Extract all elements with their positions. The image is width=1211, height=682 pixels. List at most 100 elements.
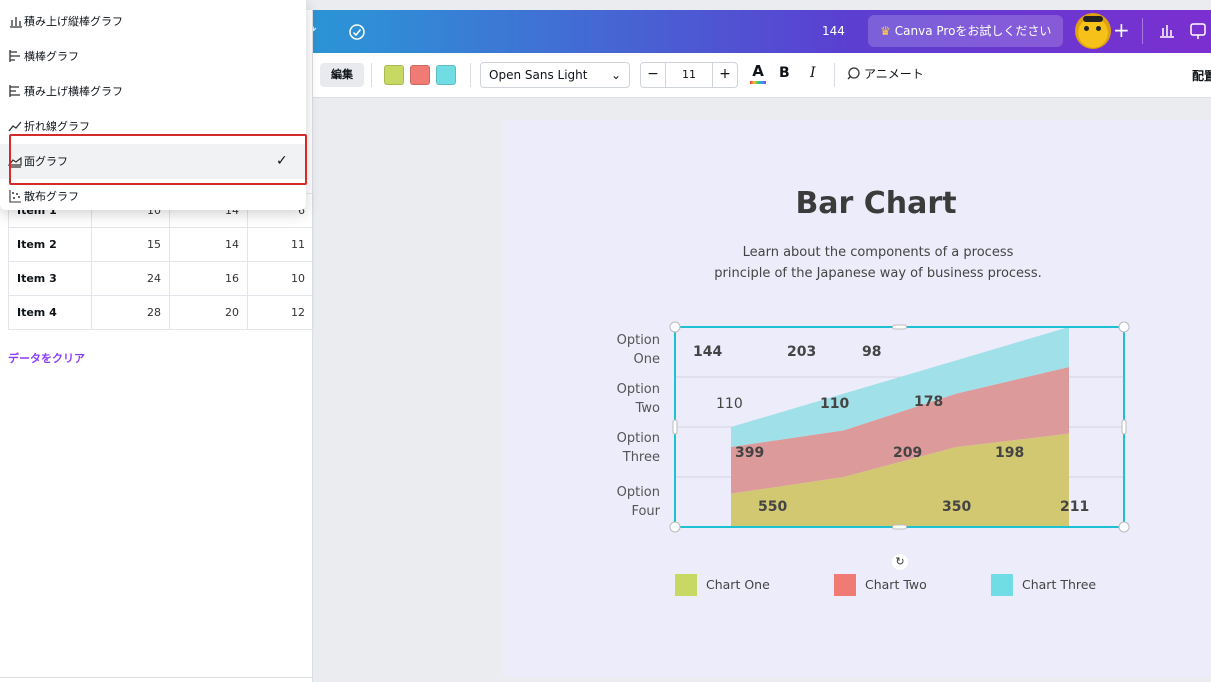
chart-type-label: 横棒グラフ xyxy=(24,50,79,63)
bold-button[interactable]: B xyxy=(779,65,790,81)
y-tick-label: Option xyxy=(617,333,660,348)
horizontal-bar-icon xyxy=(9,50,20,62)
data-label: 211 xyxy=(1060,499,1089,515)
animate-label: アニメート xyxy=(864,67,924,81)
row-label-cell[interactable]: Item 2 xyxy=(8,227,92,262)
y-tick-label: Option xyxy=(617,485,660,500)
data-label: 198 xyxy=(995,445,1024,461)
color-swatch-3[interactable] xyxy=(436,65,456,85)
try-pro-button[interactable]: ♛ Canva Proをお試しください xyxy=(868,15,1064,47)
chart-subtitle[interactable]: Learn about the components of a process … xyxy=(503,242,1211,284)
chart-subtitle-line-1: Learn about the components of a process xyxy=(742,245,1014,260)
chart-type-option[interactable]: 積み上げ横棒グラフ xyxy=(0,74,306,109)
area-chart[interactable]: Option One Option Two Option Three Option Four 1… xyxy=(503,310,1211,540)
data-label: 203 xyxy=(787,344,816,360)
text-color-letter: A xyxy=(752,62,764,80)
font-size-stepper[interactable]: − 11 + xyxy=(640,62,738,88)
increase-font-size-button[interactable]: + xyxy=(712,63,737,87)
y-tick-label: Three xyxy=(622,450,660,465)
color-swatch-1[interactable] xyxy=(384,65,404,85)
edit-button[interactable]: 編集 xyxy=(320,63,364,87)
legend-item-chart-one: Chart One xyxy=(675,574,770,596)
chart-type-label: 積み上げ横棒グラフ xyxy=(24,85,123,98)
font-family-select[interactable]: Open Sans Light ⌄ xyxy=(480,62,630,88)
resize-handle xyxy=(1118,321,1130,333)
value-cell[interactable]: 12 xyxy=(247,295,314,330)
value-cell[interactable]: 14 xyxy=(169,227,248,262)
table-row: Item 4 28 20 12 xyxy=(8,295,314,330)
edge-handle xyxy=(892,524,907,530)
resize-handle xyxy=(669,321,681,333)
toolbar-divider xyxy=(834,63,835,87)
add-collaborator-icon[interactable]: + xyxy=(1113,18,1130,42)
color-swatch-2[interactable] xyxy=(410,65,430,85)
stacked-horizontal-bar-icon xyxy=(9,85,20,97)
value-cell[interactable]: 20 xyxy=(169,295,248,330)
view-count: 144 xyxy=(822,24,845,38)
data-label: 110 xyxy=(820,396,849,412)
row-label-cell[interactable]: Item 3 xyxy=(8,261,92,296)
animate-button[interactable]: アニメート xyxy=(846,65,924,82)
line-chart-icon xyxy=(8,121,22,132)
legend-label: Chart Three xyxy=(1022,577,1097,592)
value-cell[interactable]: 11 xyxy=(247,227,314,262)
cloud-save-icon[interactable] xyxy=(348,23,366,41)
topbar-divider xyxy=(1142,18,1143,44)
legend-label: Chart Two xyxy=(865,577,927,592)
legend-label: Chart One xyxy=(706,577,770,592)
avatar[interactable] xyxy=(1075,13,1111,49)
value-cell[interactable]: 24 xyxy=(91,261,170,296)
crown-icon: ♛ xyxy=(880,24,891,38)
text-color-bar xyxy=(750,81,766,84)
value-cell[interactable]: 16 xyxy=(169,261,248,296)
text-color-button[interactable]: A xyxy=(749,62,767,88)
resize-handle xyxy=(669,521,681,533)
scatter-chart-icon xyxy=(9,190,21,203)
present-icon[interactable] xyxy=(1186,18,1211,44)
table-row: Item 3 24 16 10 xyxy=(8,261,314,296)
position-button[interactable]: 配置 xyxy=(1192,67,1211,84)
data-label: 110 xyxy=(716,396,743,412)
edge-handle xyxy=(892,324,907,330)
stacked-column-icon xyxy=(10,17,22,28)
value-cell[interactable]: 10 xyxy=(247,261,314,296)
italic-button[interactable]: I xyxy=(810,65,816,81)
chart-type-label: 散布グラフ xyxy=(24,190,79,203)
data-label: 144 xyxy=(693,344,722,360)
table-row: Item 2 15 14 11 xyxy=(8,227,314,262)
chart-subtitle-line-2: principle of the Japanese way of busines… xyxy=(714,266,1042,281)
row-label-cell[interactable]: Item 4 xyxy=(8,295,92,330)
chart-type-label: 積み上げ縦棒グラフ xyxy=(24,15,123,28)
chevron-down-icon: ⌄ xyxy=(610,68,621,82)
legend-item-chart-three: Chart Three xyxy=(991,574,1096,596)
legend-swatch xyxy=(991,574,1013,596)
data-label: 98 xyxy=(862,344,881,360)
data-label: 399 xyxy=(735,445,764,461)
y-tick-label: One xyxy=(634,352,660,367)
font-size-value[interactable]: 11 xyxy=(665,63,713,87)
value-cell[interactable]: 28 xyxy=(91,295,170,330)
rotate-handle-icon[interactable]: ↻ xyxy=(892,554,908,570)
toolbar-divider xyxy=(470,63,471,87)
edge-handle xyxy=(672,419,678,435)
toolbar-divider xyxy=(371,63,372,87)
data-label: 550 xyxy=(758,499,787,515)
panel-divider xyxy=(0,677,313,678)
animate-icon xyxy=(847,67,860,80)
data-label: 178 xyxy=(914,394,943,410)
insights-icon[interactable] xyxy=(1152,18,1182,44)
edge-handle xyxy=(1121,419,1127,435)
chart-type-option[interactable]: 横棒グラフ xyxy=(0,39,306,74)
y-tick-label: Option xyxy=(617,431,660,446)
resize-handle xyxy=(1118,521,1130,533)
editor-toolbar: 編集 Open Sans Light ⌄ − 11 + A B I アニメート … xyxy=(313,53,1211,98)
y-tick-label: Two xyxy=(635,401,660,416)
chart-title[interactable]: Bar Chart xyxy=(503,186,1211,221)
font-family-value: Open Sans Light xyxy=(489,68,588,82)
chart-type-option[interactable]: 積み上げ縦棒グラフ xyxy=(0,4,306,39)
legend-item-chart-two: Chart Two xyxy=(834,574,927,596)
decrease-font-size-button[interactable]: − xyxy=(641,63,666,87)
clear-data-link[interactable]: データをクリア xyxy=(8,350,85,366)
legend-swatch xyxy=(675,574,697,596)
value-cell[interactable]: 15 xyxy=(91,227,170,262)
